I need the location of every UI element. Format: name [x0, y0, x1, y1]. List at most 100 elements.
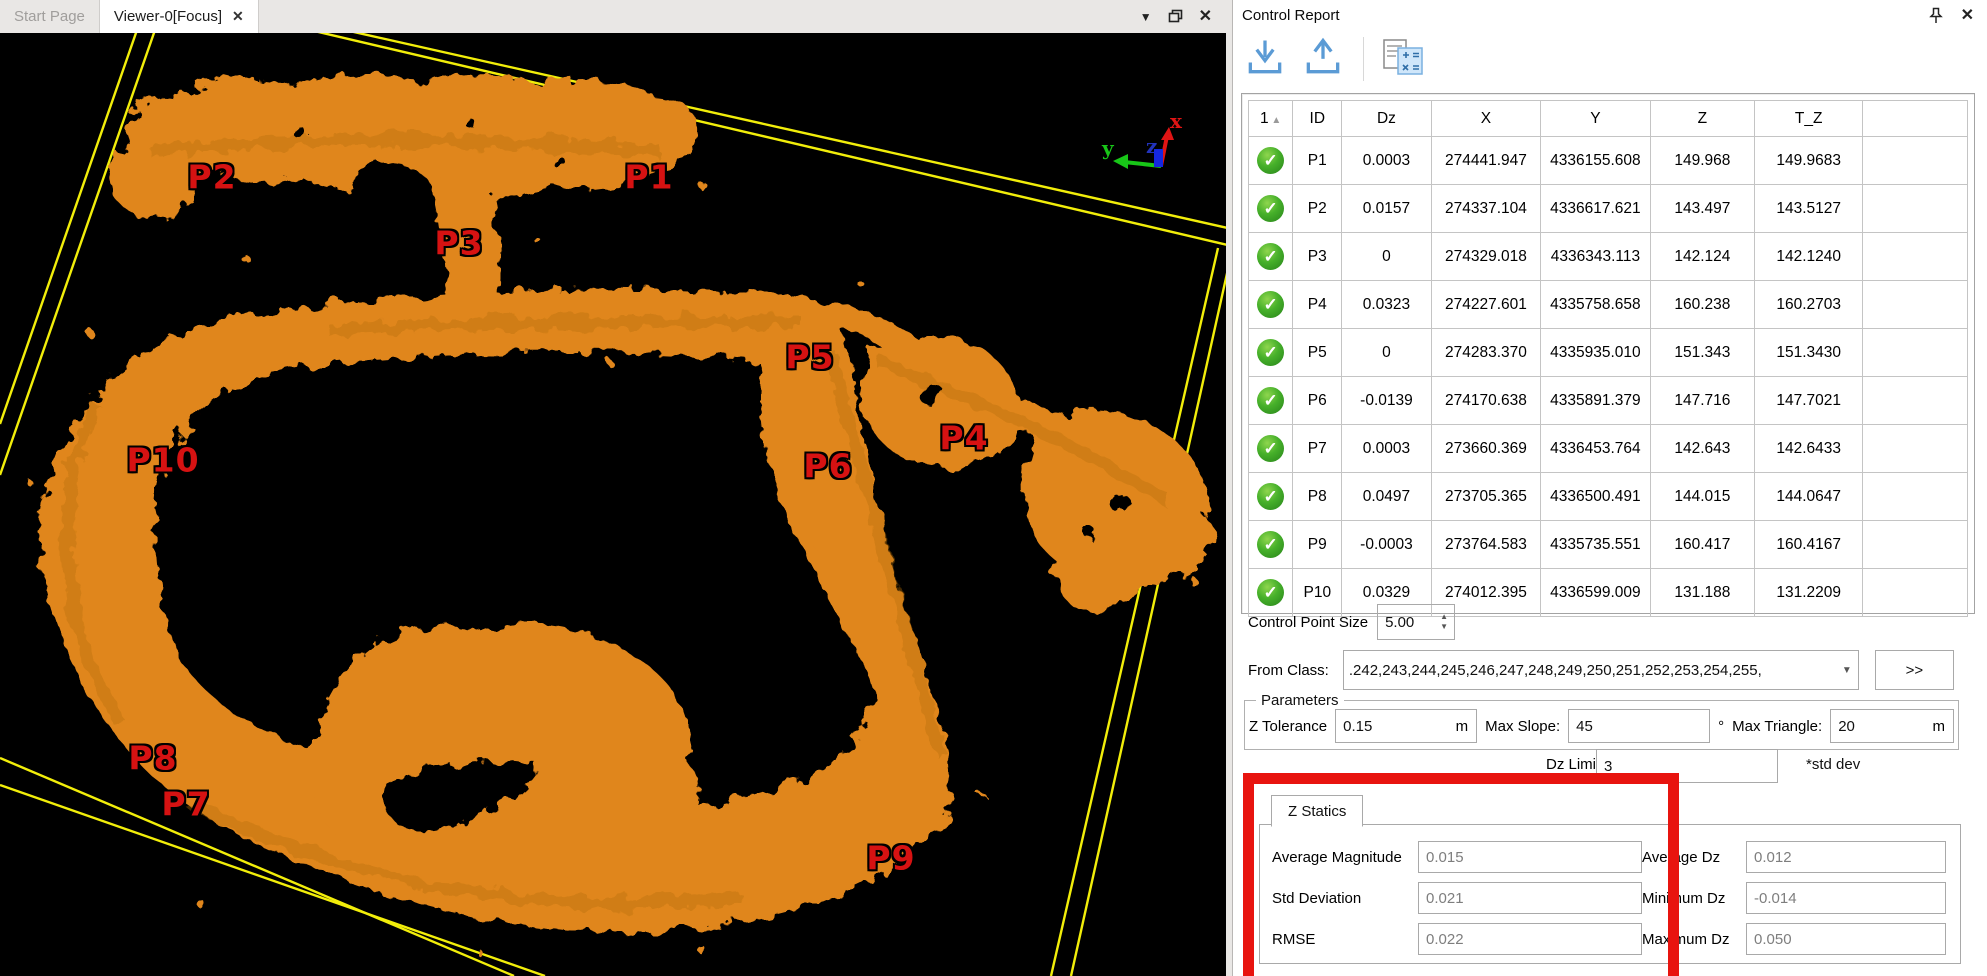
cell-y[interactable]: 4335735.551 [1541, 521, 1650, 569]
cell-x[interactable]: 274441.947 [1431, 137, 1541, 185]
cell-filler [1863, 521, 1968, 569]
dz-limit-input[interactable]: 3 [1596, 749, 1778, 783]
cell-y[interactable]: 4335935.010 [1541, 329, 1650, 377]
cell-z[interactable]: 160.417 [1650, 521, 1755, 569]
export-control-points-icon[interactable] [1301, 35, 1345, 83]
cell-t_z[interactable]: 143.5127 [1755, 185, 1863, 233]
dz-limit-row: Dz Limit 3 *std dev [1233, 749, 1987, 785]
cell-x[interactable]: 274337.104 [1431, 185, 1541, 233]
cell-x[interactable]: 274227.601 [1431, 281, 1541, 329]
cell-x[interactable]: 274170.638 [1431, 377, 1541, 425]
cell-y[interactable]: 4336617.621 [1541, 185, 1650, 233]
cell-dz[interactable]: 0.0497 [1342, 473, 1431, 521]
cell-z[interactable]: 131.188 [1650, 569, 1755, 617]
table-row-p4[interactable]: ✓P40.0323274227.6014335758.658160.238160… [1249, 281, 1968, 329]
cell-dz[interactable]: 0.0323 [1342, 281, 1431, 329]
cell-x[interactable]: 274283.370 [1431, 329, 1541, 377]
cell-id[interactable]: P6 [1293, 377, 1342, 425]
cell-x[interactable]: 273660.369 [1431, 425, 1541, 473]
cell-y[interactable]: 4336453.764 [1541, 425, 1650, 473]
cell-dz[interactable]: -0.0003 [1342, 521, 1431, 569]
cell-y[interactable]: 4336500.491 [1541, 473, 1650, 521]
point-cloud-scene: z x y [0, 33, 1226, 976]
cell-z[interactable]: 160.238 [1650, 281, 1755, 329]
table-row-p2[interactable]: ✓P20.0157274337.1044336617.621143.497143… [1249, 185, 1968, 233]
cell-id[interactable]: P1 [1293, 137, 1342, 185]
viewer-canvas[interactable]: z x y P1P2P3P4P5P6P7P8P9P10 [0, 33, 1226, 976]
cell-dz[interactable]: 0 [1342, 329, 1431, 377]
cell-z[interactable]: 151.343 [1650, 329, 1755, 377]
cell-dz[interactable]: 0 [1342, 233, 1431, 281]
cell-id[interactable]: P7 [1293, 425, 1342, 473]
tab-close-icon[interactable]: ✕ [232, 8, 244, 25]
spinner-arrows-icon[interactable]: ▲▼ [1434, 612, 1454, 631]
column-header-y[interactable]: Y [1541, 101, 1650, 137]
import-control-points-icon[interactable] [1243, 35, 1287, 83]
cell-id[interactable]: P4 [1293, 281, 1342, 329]
column-header-1[interactable]: 1 ▲ [1249, 101, 1293, 137]
column-header-dz[interactable]: Dz [1342, 101, 1431, 137]
chevron-down-icon[interactable]: ▼ [1140, 11, 1152, 23]
cell-y[interactable]: 4335891.379 [1541, 377, 1650, 425]
cell-t_z[interactable]: 160.2703 [1755, 281, 1863, 329]
tab-z-statics[interactable]: Z Statics [1271, 795, 1363, 827]
restore-window-icon[interactable] [1168, 9, 1183, 25]
column-header-id[interactable]: ID [1293, 101, 1342, 137]
class-select-button[interactable]: >> [1875, 650, 1954, 690]
max-triangle-input[interactable]: 20 m [1830, 709, 1954, 743]
panel-header: Control Report ✕ [1233, 0, 1987, 30]
table-row-p7[interactable]: ✓P70.0003273660.3694336453.764142.643142… [1249, 425, 1968, 473]
cell-id[interactable]: P3 [1293, 233, 1342, 281]
cell-t_z[interactable]: 144.0647 [1755, 473, 1863, 521]
table-row-p9[interactable]: ✓P9-0.0003273764.5834335735.551160.41716… [1249, 521, 1968, 569]
cell-t_z[interactable]: 149.9683 [1755, 137, 1863, 185]
cell-t_z[interactable]: 142.6433 [1755, 425, 1863, 473]
cell-t_z[interactable]: 160.4167 [1755, 521, 1863, 569]
cell-x[interactable]: 273764.583 [1431, 521, 1541, 569]
cell-t_z[interactable]: 131.2209 [1755, 569, 1863, 617]
table-row-p3[interactable]: ✓P30274329.0184336343.113142.124142.1240 [1249, 233, 1968, 281]
table-row-p1[interactable]: ✓P10.0003274441.9474336155.608149.968149… [1249, 137, 1968, 185]
pin-icon[interactable] [1929, 7, 1943, 24]
cell-y[interactable]: 4336599.009 [1541, 569, 1650, 617]
control-point-size-value: 5.00 [1378, 614, 1434, 631]
cell-x[interactable]: 274329.018 [1431, 233, 1541, 281]
cell-y[interactable]: 4336343.113 [1541, 233, 1650, 281]
from-class-dropdown[interactable]: .242,243,244,245,246,247,248,249,250,251… [1343, 650, 1859, 690]
cell-dz[interactable]: 0.0003 [1342, 137, 1431, 185]
table-row-p5[interactable]: ✓P50274283.3704335935.010151.343151.3430 [1249, 329, 1968, 377]
cell-y[interactable]: 4335758.658 [1541, 281, 1650, 329]
cell-t_z[interactable]: 151.3430 [1755, 329, 1863, 377]
close-viewer-icon[interactable]: ✕ [1199, 9, 1212, 25]
z-tolerance-input[interactable]: 0.15 m [1335, 709, 1477, 743]
cell-y[interactable]: 4336155.608 [1541, 137, 1650, 185]
cell-id[interactable]: P5 [1293, 329, 1342, 377]
cell-z[interactable]: 149.968 [1650, 137, 1755, 185]
cell-z[interactable]: 143.497 [1650, 185, 1755, 233]
cell-dz[interactable]: 0.0157 [1342, 185, 1431, 233]
cell-z[interactable]: 144.015 [1650, 473, 1755, 521]
cell-dz[interactable]: 0.0003 [1342, 425, 1431, 473]
tab-viewer-0[interactable]: Viewer-0[Focus] ✕ [99, 0, 259, 33]
table-row-p8[interactable]: ✓P80.0497273705.3654336500.491144.015144… [1249, 473, 1968, 521]
column-header-z[interactable]: Z [1650, 101, 1755, 137]
max-slope-input[interactable]: 45 [1568, 709, 1710, 743]
column-header-t_z[interactable]: T_Z [1755, 101, 1863, 137]
report-statistics-icon[interactable] [1382, 38, 1424, 80]
cell-z[interactable]: 142.643 [1650, 425, 1755, 473]
control-point-size-spinner[interactable]: 5.00 ▲▼ [1377, 604, 1455, 640]
cell-t_z[interactable]: 147.7021 [1755, 377, 1863, 425]
tab-start-page[interactable]: Start Page [0, 0, 99, 33]
column-header-x[interactable]: X [1431, 101, 1541, 137]
close-panel-icon[interactable]: ✕ [1961, 5, 1974, 25]
cell-z[interactable]: 147.716 [1650, 377, 1755, 425]
cell-dz[interactable]: -0.0139 [1342, 377, 1431, 425]
cell-id[interactable]: P2 [1293, 185, 1342, 233]
cell-x[interactable]: 273705.365 [1431, 473, 1541, 521]
dropdown-arrow-icon[interactable]: ▼ [1836, 665, 1858, 676]
table-row-p6[interactable]: ✓P6-0.0139274170.6384335891.379147.71614… [1249, 377, 1968, 425]
cell-id[interactable]: P9 [1293, 521, 1342, 569]
cell-z[interactable]: 142.124 [1650, 233, 1755, 281]
cell-id[interactable]: P8 [1293, 473, 1342, 521]
cell-t_z[interactable]: 142.1240 [1755, 233, 1863, 281]
